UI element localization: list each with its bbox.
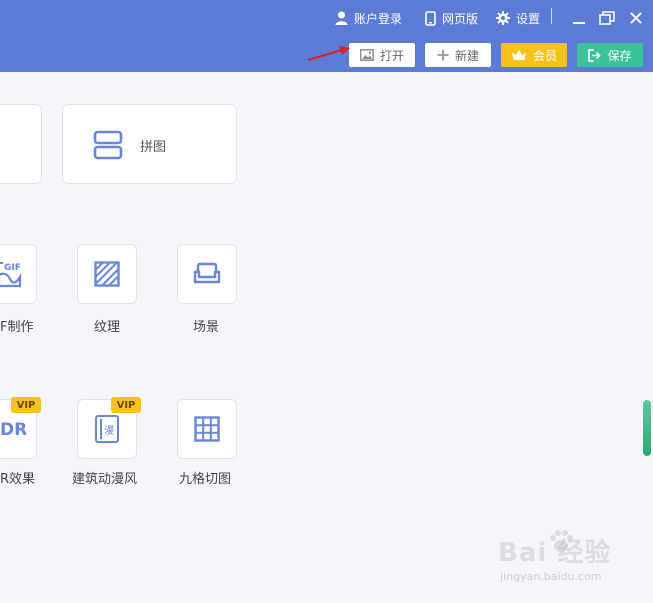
phone-icon [425, 10, 436, 26]
grid-cut-tool-label: 九格切图 [179, 472, 232, 487]
gif-tool-tile[interactable]: GIF [0, 244, 37, 304]
gif-icon-text: GIF [4, 263, 21, 273]
new-button-label: 新建 [454, 48, 479, 63]
save-button-label: 保存 [607, 48, 632, 63]
new-button[interactable]: 新建 [425, 43, 491, 67]
web-version[interactable]: 网页版 [425, 6, 478, 30]
settings[interactable]: 设置 [496, 6, 540, 30]
sofa-icon [193, 262, 221, 284]
save-button[interactable]: 保存 [577, 43, 643, 67]
grid-icon [194, 416, 220, 442]
account-login[interactable]: 账户登录 [335, 6, 402, 30]
restore-icon [599, 11, 615, 25]
image-icon [360, 49, 374, 61]
minimize-icon [573, 22, 585, 24]
gif-icon: GIF [0, 262, 22, 288]
book-icon-text: 漫 [104, 425, 114, 437]
title-separator [551, 8, 552, 24]
vip-button[interactable]: 会员 [501, 43, 567, 67]
paw-icon [550, 530, 573, 552]
baidu-watermark: Bai 经验 jingyan.baidu.com [498, 530, 611, 583]
hdr-icon-text: DR [0, 420, 28, 440]
texture-tool-label: 纹理 [94, 320, 121, 335]
web-version-label: 网页版 [442, 11, 479, 26]
watermark-sub: jingyan.baidu.com [500, 570, 602, 583]
scrollbar-thumb[interactable] [643, 400, 651, 456]
puzzle-layout-icon [93, 130, 123, 160]
scene-tool-label: 场景 [193, 320, 220, 335]
settings-label: 设置 [516, 11, 541, 26]
close-icon [630, 12, 642, 24]
anime-vip-badge: VIP [111, 397, 141, 413]
close-button[interactable] [626, 8, 646, 28]
grid-cut-tool-tile[interactable] [177, 399, 237, 459]
hdr-vip-badge: VIP [11, 397, 41, 413]
gif-tool-label: F制作 [0, 320, 34, 335]
account-login-label: 账户登录 [354, 11, 403, 26]
texture-tool-tile[interactable] [77, 244, 137, 304]
feature-card-partial[interactable] [0, 104, 42, 184]
puzzle-label: 拼图 [140, 140, 167, 155]
scene-tool-tile[interactable] [177, 244, 237, 304]
crown-icon [511, 50, 526, 60]
gear-icon [496, 11, 510, 25]
open-button[interactable]: 打开 [349, 43, 415, 67]
texture-icon [94, 261, 120, 287]
restore-button[interactable] [597, 8, 617, 28]
book-icon: 漫 [95, 415, 119, 443]
hdr-tool-label: R效果 [0, 472, 36, 487]
vip-button-label: 会员 [532, 48, 557, 63]
export-icon [588, 48, 602, 62]
minimize-button[interactable] [569, 8, 589, 28]
plus-icon [437, 49, 449, 61]
anime-tool-label: 建筑动漫风 [72, 472, 138, 487]
open-button-label: 打开 [379, 48, 404, 63]
title-bar-top-row: 账户登录 网页版 设置 [0, 6, 653, 30]
red-arrow-annotation [307, 46, 350, 61]
user-icon [335, 11, 348, 25]
